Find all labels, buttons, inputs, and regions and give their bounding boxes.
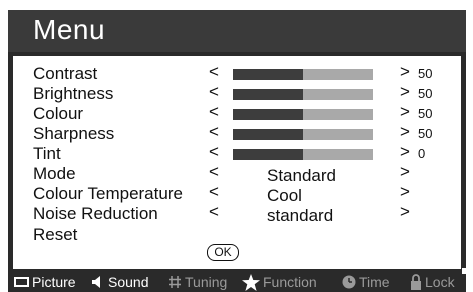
picture-icon [14,277,29,287]
slider-fill [233,89,303,100]
increase-arrow[interactable]: > [400,62,410,82]
lock-icon [410,274,422,290]
settings-panel: Contrast < > 50 Brightness < > 50 Colour… [13,56,461,269]
colour-slider[interactable] [233,109,373,120]
setting-label: Mode [33,164,76,183]
setting-label: Contrast [33,64,98,83]
noise-reduction-value: standard [267,206,334,225]
decrease-arrow[interactable]: < [209,82,219,102]
tab-label: Picture [32,274,76,290]
tab-function[interactable]: Function [242,272,317,292]
setting-label: Sharpness [33,124,115,143]
menu-tab-bar: Picture Sound Tuning Function Time Lock [8,272,466,292]
previous-option-arrow[interactable]: < [209,202,219,222]
menu-title: Menu [33,14,106,45]
decrease-arrow[interactable]: < [209,122,219,142]
brightness-slider[interactable] [233,89,373,100]
previous-option-arrow[interactable]: < [209,182,219,202]
slider-fill [233,149,303,160]
tab-time[interactable]: Time [342,272,390,292]
setting-value: 50 [418,66,433,81]
increase-arrow[interactable]: > [400,142,410,162]
setting-label: Tint [33,144,61,163]
contrast-slider[interactable] [233,69,373,80]
setting-value: 0 [418,146,426,161]
next-option-arrow[interactable]: > [400,202,410,222]
tab-lock[interactable]: Lock [410,272,455,292]
increase-arrow[interactable]: > [400,82,410,102]
title-bar: Menu [8,10,466,52]
setting-label: Brightness [33,84,114,103]
next-option-arrow[interactable]: > [400,182,410,202]
tab-label: Time [359,274,390,290]
tv-menu-screen: Menu Contrast < > 50 Brightness < > 50 C… [0,0,473,292]
colour-temperature-value: Cool [267,186,302,205]
setting-label: Colour [33,104,84,123]
decrease-arrow[interactable]: < [209,102,219,122]
tab-label: Function [263,274,317,290]
tint-slider[interactable] [233,149,373,160]
increase-arrow[interactable]: > [400,122,410,142]
star-icon [242,273,260,291]
setting-label: Reset [33,225,78,244]
setting-value: 50 [418,106,433,121]
speaker-icon [92,276,105,288]
menu-window: Menu Contrast < > 50 Brightness < > 50 C… [8,10,466,292]
decrease-arrow[interactable]: < [209,142,219,162]
sharpness-slider[interactable] [233,129,373,140]
clock-icon [342,275,356,289]
tab-tuning[interactable]: Tuning [168,272,227,292]
setting-value: 50 [418,86,433,101]
previous-option-arrow[interactable]: < [209,162,219,182]
slider-fill [233,129,303,140]
setting-label: Colour Temperature [33,184,183,203]
setting-value: 50 [418,126,433,141]
tab-picture[interactable]: Picture [14,272,76,292]
tab-sound[interactable]: Sound [92,272,148,292]
tab-label: Tuning [185,274,228,290]
next-option-arrow[interactable]: > [400,162,410,182]
setting-label: Noise Reduction [33,204,158,223]
tab-label: Lock [425,274,455,290]
mode-value: Standard [267,166,336,185]
slider-fill [233,109,303,120]
reset-ok-button[interactable]: OK [207,244,239,261]
hash-icon [168,275,182,289]
tab-label: Sound [108,274,149,290]
slider-fill [233,69,303,80]
increase-arrow[interactable]: > [400,102,410,122]
decrease-arrow[interactable]: < [209,62,219,82]
